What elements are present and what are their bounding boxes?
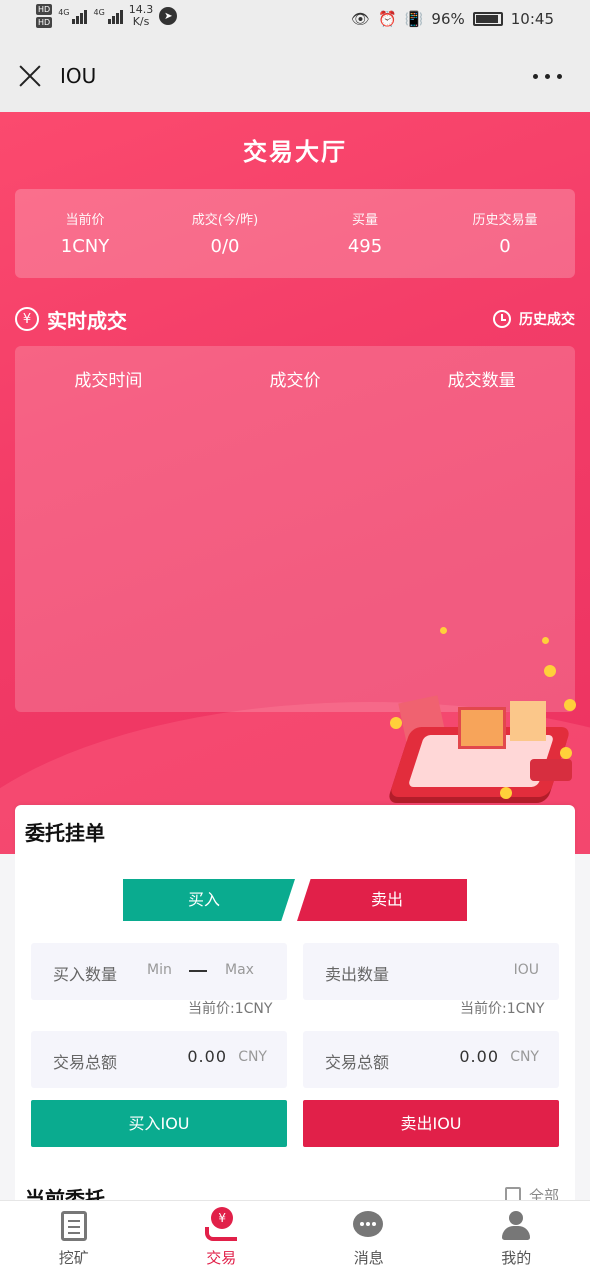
- battery-icon: [472, 12, 503, 26]
- tab-mining[interactable]: 挖矿: [0, 1201, 148, 1278]
- stat-value: 0/0: [210, 236, 240, 257]
- sell-total-value: 0.00: [459, 1047, 499, 1066]
- column-header-time: 成交时间: [74, 371, 143, 391]
- wallet-shape: [530, 759, 572, 781]
- buy-current-price: 当前价:1CNY: [188, 1001, 273, 1017]
- sell-total-label: 交易总额: [325, 1053, 390, 1072]
- trading-hall-hero: 交易大厅 当前价 1CNY 成交(今/昨) 0/0 买量 495 历史交易量 0…: [0, 112, 590, 854]
- network-speed: 14.3 K/s: [129, 4, 154, 28]
- buy-quantity-min-input[interactable]: Min: [147, 962, 172, 978]
- range-dash: [189, 970, 207, 972]
- gift-box-shape: [458, 707, 506, 749]
- stat-label: 成交(今/昨): [191, 213, 259, 228]
- stat-label: 历史交易量: [472, 213, 538, 228]
- order-panel-header: 委托挂单: [15, 805, 575, 855]
- history-trades-link[interactable]: 历史成交: [493, 309, 575, 329]
- table-header-row: 成交时间 成交价 成交数量: [15, 346, 575, 391]
- realtime-trades-header: ¥ 实时成交 历史成交: [15, 305, 575, 333]
- tab-trade[interactable]: ¥ 交易: [148, 1201, 296, 1278]
- signal-label-1: 4G: [58, 8, 70, 17]
- tab-messages[interactable]: 消息: [295, 1201, 443, 1278]
- location-icon: ➤: [159, 7, 178, 25]
- yen-icon: ¥: [15, 307, 39, 331]
- tab-buy[interactable]: 买入: [123, 879, 295, 921]
- signal-icon-1: 4G: [58, 8, 88, 24]
- sell-total-field: 交易总额 0.00 CNY: [303, 1031, 559, 1088]
- title-bar: IOU: [0, 40, 590, 112]
- order-panel-title: 委托挂单: [25, 821, 105, 845]
- tab-profile[interactable]: 我的: [443, 1201, 590, 1278]
- realtime-trades-title: 实时成交: [47, 309, 127, 333]
- hero-title: 交易大厅: [243, 138, 347, 166]
- stat-value: 1CNY: [60, 236, 110, 257]
- alarm-icon: ⏰: [378, 10, 397, 28]
- signal-label-2: 4G: [93, 8, 105, 17]
- network-speed-unit: K/s: [132, 15, 150, 28]
- market-stats: 当前价 1CNY 成交(今/昨) 0/0 买量 495 历史交易量 0: [15, 189, 575, 278]
- vibrate-icon: 📳: [404, 10, 424, 28]
- buy-quantity-field[interactable]: 买入数量 Min Max: [31, 943, 287, 1000]
- buy-quantity-label: 买入数量: [53, 965, 118, 984]
- stat-current-price: 当前价 1CNY: [15, 189, 155, 278]
- signal-icon-2: 4G: [93, 8, 123, 24]
- message-icon: [352, 1211, 385, 1241]
- coin-shape: [440, 627, 447, 634]
- buy-total-currency: CNY: [238, 1049, 267, 1065]
- close-icon[interactable]: [18, 64, 42, 88]
- status-left: HD HD 4G 4G 14.3 K/s ➤: [36, 4, 178, 28]
- stat-label: 当前价: [65, 213, 105, 228]
- trade-icon: ¥: [205, 1207, 238, 1241]
- sell-current-price: 当前价:1CNY: [460, 1001, 545, 1017]
- stat-value: 495: [347, 236, 383, 257]
- buy-sell-tabs: 买入 卖出: [123, 879, 467, 921]
- hd-badge-2: HD: [36, 17, 53, 28]
- stat-label: 买量: [351, 213, 378, 228]
- history-trades-label: 历史成交: [519, 312, 575, 328]
- tab-sell[interactable]: 卖出: [297, 879, 467, 921]
- coin-shape: [544, 665, 556, 677]
- clock-icon: [493, 310, 511, 328]
- sell-quantity-unit: IOU: [513, 962, 539, 978]
- coin-shape: [500, 787, 512, 799]
- clock-time: 10:45: [510, 10, 554, 28]
- profile-icon: [500, 1211, 532, 1241]
- tab-label: 挖矿: [58, 1249, 89, 1267]
- hd-badges: HD HD: [36, 4, 53, 28]
- stat-value: 0: [499, 236, 511, 257]
- column-header-price: 成交价: [269, 371, 321, 391]
- realtime-trades-table: 成交时间 成交价 成交数量: [15, 346, 575, 712]
- status-right: 👁 ⏰ 📳 96% 10:45: [351, 10, 554, 28]
- bottom-tab-bar: 挖矿 ¥ 交易 消息 我的: [0, 1200, 590, 1278]
- hd-badge-1: HD: [36, 4, 53, 15]
- sell-total-currency: CNY: [510, 1049, 539, 1065]
- mining-icon: [60, 1211, 87, 1241]
- coin-shape: [542, 637, 549, 644]
- gift-box-shape: [510, 701, 546, 741]
- order-panel: 买入 卖出 买入数量 Min Max 卖出数量 IOU 当前价:1CNY 当前价…: [15, 855, 575, 1211]
- stat-buy-volume: 买量 495: [295, 189, 435, 278]
- tab-label: 消息: [353, 1249, 384, 1267]
- buy-quantity-max-input[interactable]: Max: [225, 962, 254, 978]
- eye-icon: 👁: [351, 10, 371, 28]
- coin-shape: [564, 699, 576, 711]
- battery-percent: 96%: [431, 10, 465, 28]
- buy-total-field: 交易总额 0.00 CNY: [31, 1031, 287, 1088]
- coin-shape: [390, 717, 402, 729]
- more-options-icon[interactable]: [533, 74, 562, 79]
- sell-quantity-field[interactable]: 卖出数量 IOU: [303, 943, 559, 1000]
- buy-total-value: 0.00: [187, 1047, 227, 1066]
- stat-volume-today-yesterday: 成交(今/昨) 0/0: [155, 189, 295, 278]
- column-header-quantity: 成交数量: [447, 371, 516, 391]
- tab-label: 交易: [206, 1249, 237, 1267]
- tab-label: 我的: [501, 1249, 532, 1267]
- buy-iou-button[interactable]: 买入IOU: [31, 1100, 287, 1147]
- sell-quantity-label: 卖出数量: [325, 965, 390, 984]
- stat-history-volume: 历史交易量 0: [435, 189, 575, 278]
- status-bar: HD HD 4G 4G 14.3 K/s ➤ 👁 ⏰ 📳 96% 10:45: [0, 0, 590, 40]
- page-title: IOU: [60, 64, 97, 88]
- sell-iou-button[interactable]: 卖出IOU: [303, 1100, 559, 1147]
- buy-total-label: 交易总额: [53, 1053, 118, 1072]
- coin-shape: [560, 747, 572, 759]
